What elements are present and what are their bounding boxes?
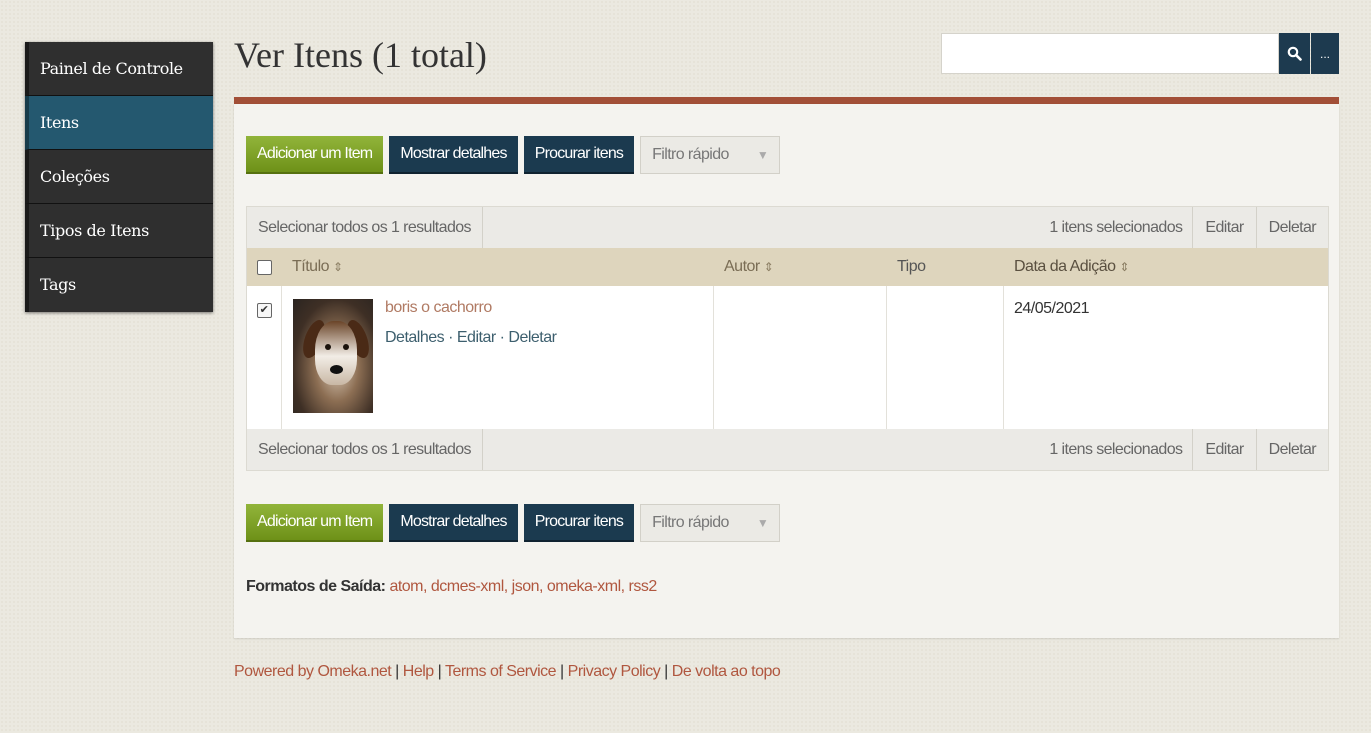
format-link-omeka-xml[interactable]: omeka-xml: [547, 578, 621, 595]
row-type-cell: [887, 286, 1004, 429]
dog-nose-shape: [330, 365, 343, 374]
row-date-cell: 24/05/2021: [1014, 300, 1090, 317]
item-thumbnail[interactable]: [293, 299, 373, 413]
sort-icon: ⇕: [763, 260, 774, 274]
footer-separator: |: [560, 663, 564, 680]
top-toolbar: Adicionar um Item Mostrar detalhes Procu…: [246, 136, 781, 174]
footer-separator: |: [437, 663, 442, 680]
dog-eye-shape: [343, 344, 349, 350]
batch-actions-top: Selecionar todos os 1 resultados 1 itens…: [247, 207, 1328, 248]
row-checkbox[interactable]: ✔: [256, 303, 272, 318]
format-link-dcmes-xml[interactable]: dcmes-xml: [431, 578, 504, 595]
batch-edit-button[interactable]: Editar: [1192, 207, 1255, 248]
output-formats-label: Formatos de Saída:: [246, 578, 386, 595]
search-button[interactable]: [1279, 33, 1310, 74]
dog-head-shape: [315, 321, 357, 385]
content-panel: Adicionar um Item Mostrar detalhes Procu…: [234, 104, 1339, 638]
format-link-rss2[interactable]: rss2: [629, 578, 658, 595]
row-title-cell: boris o cachorro Detalhes · Editar · Del…: [282, 286, 714, 429]
output-formats: Formatos de Saída: atom, dcmes-xml, json…: [246, 578, 657, 596]
column-type-label: Tipo: [897, 258, 926, 275]
footer-link-powered-by[interactable]: Powered by Omeka.net: [234, 663, 392, 680]
items-table: Selecionar todos os 1 resultados 1 itens…: [246, 206, 1329, 471]
item-title-link[interactable]: boris o cachorro: [385, 299, 556, 317]
item-delete-link[interactable]: Deletar: [508, 329, 557, 346]
format-link-atom[interactable]: atom: [389, 578, 423, 595]
quick-filter-label: Filtro rápido: [652, 146, 729, 163]
select-all-checkbox[interactable]: [257, 259, 272, 275]
add-item-button[interactable]: Adicionar um Item: [246, 504, 384, 542]
select-all-results-button[interactable]: Selecionar todos os 1 resultados: [247, 429, 483, 470]
batch-delete-button[interactable]: Deletar: [1255, 207, 1328, 248]
quick-filter-dropdown[interactable]: Filtro rápido ▼: [640, 504, 781, 542]
item-actions: Detalhes · Editar · Deletar: [385, 329, 557, 347]
quick-filter-dropdown[interactable]: Filtro rápido ▼: [640, 136, 781, 174]
column-author-label: Autor: [724, 258, 760, 275]
quick-filter-label: Filtro rápido: [652, 514, 729, 531]
search-icon: [1287, 46, 1302, 61]
item-details-link[interactable]: Detalhes: [385, 329, 445, 346]
table-header: Título ⇕ Autor ⇕ Tipo Data da Adição ⇕: [247, 248, 1328, 286]
batch-actions-bottom: Selecionar todos os 1 resultados 1 itens…: [247, 429, 1328, 470]
chevron-down-icon: ▼: [756, 516, 769, 530]
footer-link-privacy[interactable]: Privacy Policy: [568, 663, 661, 680]
item-info: boris o cachorro Detalhes · Editar · Del…: [385, 299, 557, 429]
batch-edit-button[interactable]: Editar: [1192, 429, 1255, 470]
batch-delete-button[interactable]: Deletar: [1255, 429, 1328, 470]
sidebar-item-dashboard[interactable]: Painel de Controle: [25, 42, 213, 96]
format-separator: ,: [620, 578, 629, 595]
footer-separator: |: [664, 663, 668, 680]
footer: Powered by Omeka.net | Help | Terms of S…: [234, 663, 781, 681]
footer-link-help[interactable]: Help: [403, 663, 434, 680]
sidebar-item-collections[interactable]: Coleções: [25, 150, 213, 204]
selected-count: 1 itens selecionados: [1049, 218, 1183, 236]
footer-link-terms[interactable]: Terms of Service: [445, 663, 557, 680]
column-author[interactable]: Autor ⇕: [714, 258, 887, 276]
page-title: Ver Itens (1 total): [234, 35, 487, 75]
bottom-toolbar: Adicionar um Item Mostrar detalhes Procu…: [246, 504, 781, 542]
sidebar-item-items[interactable]: Itens: [25, 96, 213, 150]
column-title-label: Título: [292, 258, 330, 275]
sort-icon: ⇕: [1119, 260, 1130, 274]
sidebar-nav: Painel de Controle Itens Coleções Tipos …: [25, 42, 213, 312]
item-edit-link[interactable]: Editar: [457, 329, 496, 346]
action-separator: ·: [444, 329, 457, 346]
column-type: Tipo: [887, 258, 1004, 276]
select-all-cell: [247, 248, 282, 286]
column-title[interactable]: Título ⇕: [282, 258, 714, 276]
format-separator: ,: [503, 578, 512, 595]
column-date-added-label: Data da Adição: [1014, 258, 1116, 275]
select-all-results-button[interactable]: Selecionar todos os 1 resultados: [247, 207, 483, 248]
format-link-json[interactable]: json: [512, 578, 540, 595]
action-separator: ·: [495, 329, 509, 346]
show-details-button[interactable]: Mostrar detalhes: [389, 504, 518, 542]
selected-count: 1 itens selecionados: [1049, 440, 1183, 458]
advanced-search-button[interactable]: ...: [1311, 33, 1339, 74]
title-divider: [234, 97, 1339, 104]
footer-separator: |: [395, 663, 399, 680]
add-item-button[interactable]: Adicionar um Item: [246, 136, 384, 174]
show-details-button[interactable]: Mostrar detalhes: [389, 136, 518, 174]
search-items-button[interactable]: Procurar itens: [523, 136, 635, 174]
search-input[interactable]: [941, 33, 1279, 74]
table-row: ✔ boris o cachorro Detalhes · Editar · D…: [247, 286, 1328, 429]
footer-link-back-to-top[interactable]: De volta ao topo: [672, 663, 781, 680]
chevron-down-icon: ▼: [756, 148, 769, 162]
format-separator: ,: [423, 578, 431, 595]
format-separator: ,: [539, 578, 547, 595]
sidebar-item-tags[interactable]: Tags: [25, 258, 213, 312]
column-date-added[interactable]: Data da Adição ⇕: [1004, 258, 1328, 276]
sort-icon: ⇕: [332, 260, 343, 274]
sidebar-item-item-types[interactable]: Tipos de Itens: [25, 204, 213, 258]
row-author-cell: [714, 286, 887, 429]
row-check-cell: ✔: [247, 286, 282, 429]
dog-eye-shape: [325, 344, 331, 350]
search-items-button[interactable]: Procurar itens: [523, 504, 635, 542]
